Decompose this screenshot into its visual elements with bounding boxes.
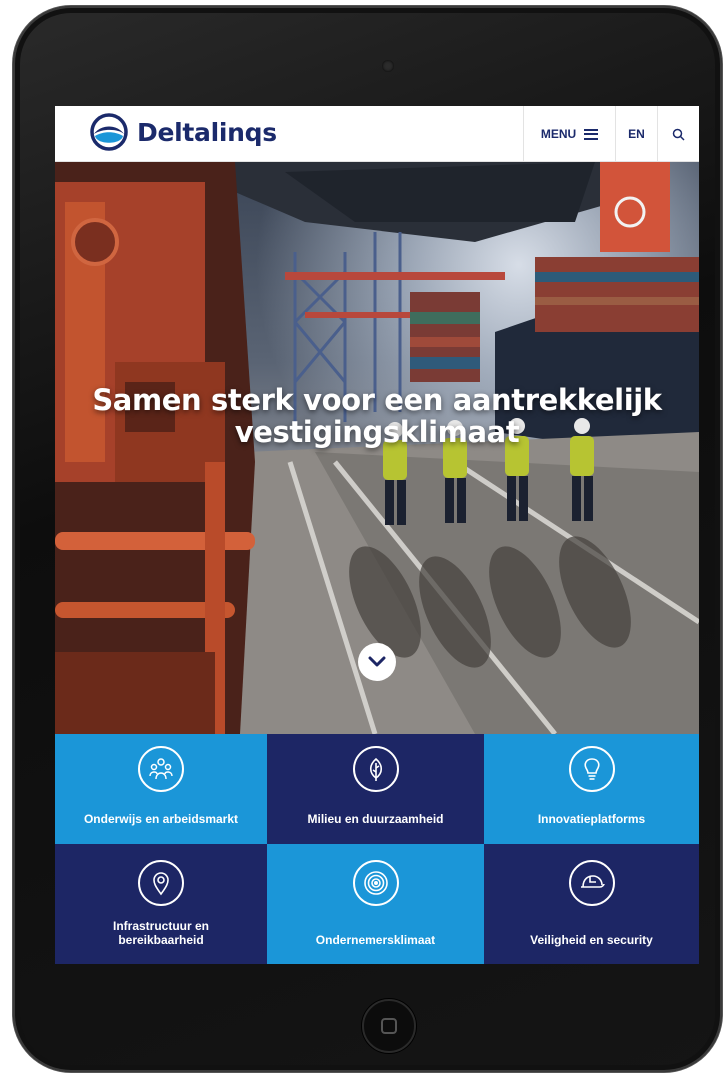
tile-ondernemersklimaat[interactable]: Ondernemersklimaat [267,844,484,964]
hero-title: Samen sterk voor een aantrekkelijk vesti… [55,384,699,448]
header-actions: MENU EN [523,106,699,162]
tile-label: Infrastructuur en bereikbaarheid [61,919,261,947]
theme-tiles: Onderwijs en arbeidsmarkt Milieu en duur… [55,734,699,964]
target-icon [352,860,399,906]
location-pin-icon [138,860,184,906]
helmet-icon [568,860,615,906]
lightbulb-icon [568,746,615,792]
hero-banner: Samen sterk voor een aantrekkelijk vesti… [55,162,699,734]
tile-label: Innovatieplatforms [537,812,646,826]
tile-onderwijs[interactable]: Onderwijs en arbeidsmarkt [55,734,267,844]
home-square-icon [381,1018,397,1034]
tile-label-line1: Infrastructuur en [112,919,209,933]
deltalinqs-logo-icon [90,113,128,151]
leaf-icon [352,746,399,792]
logo[interactable]: Deltalinqs [89,112,277,152]
tile-veiligheid[interactable]: Veiligheid en security [484,844,699,964]
hero-title-line1: Samen sterk voor een aantrekkelijk [92,383,662,417]
tile-innovatie[interactable]: Innovatieplatforms [484,734,699,844]
tile-label-line2: bereikbaarheid [118,933,204,947]
hamburger-icon [584,128,599,140]
language-label: EN [628,127,645,141]
search-button[interactable] [657,106,699,162]
tile-label: Milieu en duurzaamheid [307,812,444,826]
scroll-down-button[interactable] [358,643,396,681]
tile-label: Onderwijs en arbeidsmarkt [83,812,239,826]
search-icon [672,128,685,141]
screen: Deltalinqs MENU EN Samen sterk voor een … [55,106,699,964]
menu-label: MENU [540,127,577,141]
site-header: Deltalinqs MENU EN [55,106,699,162]
menu-button[interactable]: MENU [523,106,615,162]
people-icon [138,746,184,792]
tile-infrastructuur[interactable]: Infrastructuur en bereikbaarheid [55,844,267,964]
chevron-down-icon [368,656,386,667]
tile-label: Ondernemersklimaat [315,933,436,947]
language-switch[interactable]: EN [615,106,657,162]
home-button[interactable] [362,999,416,1053]
tile-milieu[interactable]: Milieu en duurzaamheid [267,734,484,844]
tile-label: Veiligheid en security [530,933,653,947]
camera-icon [382,60,394,72]
logo-text: Deltalinqs [137,117,277,147]
hero-title-line2: vestigingsklimaat [234,415,520,449]
